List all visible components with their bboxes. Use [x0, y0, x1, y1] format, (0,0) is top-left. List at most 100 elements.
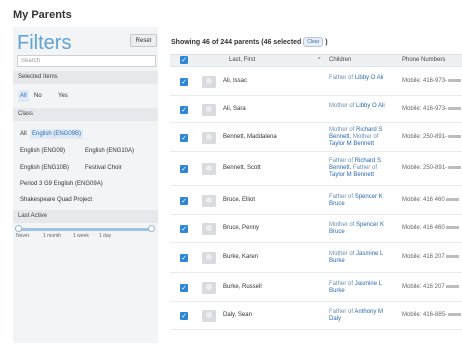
redacted-phone: [448, 165, 462, 169]
child-link[interactable]: Libby O Ali: [355, 75, 384, 81]
parent-name[interactable]: Bruce, Elliot: [223, 197, 255, 203]
children-cell: Father of Libby O Ali: [329, 75, 391, 82]
redacted-phone: [448, 134, 462, 138]
selected-items-all[interactable]: All: [18, 90, 29, 102]
row-checkbox[interactable]: ✓: [180, 165, 188, 173]
sort-indicator-icon: ^: [318, 57, 321, 63]
row-checkbox[interactable]: ✓: [180, 134, 188, 142]
parent-name[interactable]: Bruce, Penny: [223, 225, 259, 231]
last-active-slider[interactable]: [15, 225, 155, 232]
class-option-shakespeare[interactable]: Shakespeare Quad Project: [18, 195, 94, 205]
filters-panel: Filters Reset Selected Items All No Yes …: [13, 27, 158, 343]
redacted-phone: [445, 225, 459, 229]
child-link[interactable]: Taylor M Bennett: [329, 172, 374, 178]
row-checkbox[interactable]: ✓: [180, 225, 188, 233]
phone-cell: Mobile: 416-973-: [402, 106, 462, 112]
relation-text: Father of: [329, 158, 354, 164]
relation-text: Father of: [329, 194, 354, 200]
table-header: ✓ Last, First ^ Children Phone Numbers: [170, 54, 462, 67]
parent-name[interactable]: Bennett, Scott: [223, 165, 261, 171]
avatar: [202, 195, 216, 207]
table-row[interactable]: ✓ Burke, Russell Father of Jasmine L Burke…: [170, 273, 462, 302]
phone-text: Mobile: 416-973-: [402, 78, 448, 84]
child-link[interactable]: Libby O Ali: [356, 103, 385, 109]
relation-text: Father of: [329, 309, 354, 315]
tick-1-week: 1 week: [73, 233, 89, 239]
relation-text: , Mother of: [349, 134, 379, 140]
child-link[interactable]: Taylor M Bennett: [329, 141, 374, 147]
parent-name[interactable]: Bennett, Maddalena: [223, 134, 277, 140]
relation-text: Mother of: [329, 103, 355, 109]
column-name[interactable]: Last, First: [229, 55, 255, 66]
table-row[interactable]: ✓ Bennett, Scott Father of Richard S Benne…: [170, 152, 462, 186]
phone-cell: Mobile: 250-891-: [402, 165, 462, 171]
table-row[interactable]: ✓ Burke, Karen Mother of Jasmine L Burke Mo…: [170, 243, 462, 273]
class-option-festival-choir[interactable]: Festival Choir: [83, 163, 124, 173]
children-cell: Father of Richard S Bennett, Father of T…: [329, 158, 391, 179]
table-row[interactable]: ✓ Ali, Issac Father of Libby O Ali Mobile: …: [170, 68, 462, 96]
phone-cell: Mobile: 416-885-: [402, 312, 462, 318]
last-active-header: Last Active: [13, 210, 158, 223]
relation-text: Mother of: [329, 127, 355, 133]
avatar: [202, 132, 216, 144]
parent-name[interactable]: Burke, Russell: [223, 284, 262, 290]
parent-name[interactable]: Daly, Sean: [223, 312, 252, 318]
summary-close-paren: ): [325, 38, 328, 46]
clear-button[interactable]: Clear: [303, 37, 324, 47]
children-cell: Mother of Spencer K Bruce: [329, 222, 391, 236]
results-summary: Showing 46 of 244 parents (46 selected C…: [171, 37, 328, 47]
tick-never: Never: [16, 233, 30, 239]
redacted-phone: [448, 78, 462, 82]
children-cell: Mother of Libby O Ali: [329, 103, 391, 110]
select-all-checkbox[interactable]: ✓: [180, 56, 188, 64]
row-checkbox[interactable]: ✓: [180, 78, 188, 86]
children-cell: Father of Anthony M Daly: [329, 309, 391, 323]
redacted-phone: [445, 284, 459, 288]
table-row[interactable]: ✓ Bennett, Maddalena Mother of Richard S B…: [170, 123, 462, 152]
avatar: [202, 310, 216, 322]
class-option-eng09b[interactable]: English (ENG09B): [30, 129, 84, 139]
phone-cell: Mobile: 416-973-: [402, 78, 462, 84]
redacted-phone: [445, 254, 459, 258]
class-option-period3[interactable]: Period 3 G9 English (ENG09A): [18, 179, 105, 189]
phone-text: Mobile: 416-885-: [402, 312, 448, 318]
table-row[interactable]: ✓ Bruce, Penny Mother of Spencer K Bruce Mo…: [170, 215, 462, 243]
selected-items-yes[interactable]: Yes: [56, 90, 70, 102]
relation-text: , Father of: [349, 165, 378, 171]
selected-items-no[interactable]: No: [32, 90, 44, 102]
column-phone: Phone Numbers: [402, 57, 446, 63]
phone-cell: Mobile: 250-891-: [402, 134, 462, 140]
parent-name[interactable]: Ali, Issac: [223, 78, 247, 84]
children-cell: Mother of Jasmine L Burke: [329, 251, 391, 265]
avatar: [202, 163, 216, 175]
phone-cell: Mobile: 416 207: [402, 284, 459, 290]
avatar: [202, 76, 216, 88]
relation-text: Mother of: [329, 251, 355, 257]
avatar: [202, 104, 216, 116]
class-option-eng09[interactable]: English (ENG09): [18, 146, 67, 156]
class-option-eng10b[interactable]: English (ENG10B): [18, 163, 71, 173]
row-checkbox[interactable]: ✓: [180, 284, 188, 292]
phone-text: Mobile: 416-973-: [402, 106, 448, 112]
row-checkbox[interactable]: ✓: [180, 106, 188, 114]
phone-text: Mobile: 416 460: [402, 197, 445, 203]
summary-text: Showing 46 of 244 parents (46 selected: [171, 38, 302, 46]
phone-text: Mobile: 416 207: [402, 284, 445, 290]
slider-handle-max[interactable]: [148, 225, 155, 232]
row-checkbox[interactable]: ✓: [180, 197, 188, 205]
class-option-eng10a[interactable]: English (ENG10A): [83, 146, 136, 156]
row-checkbox[interactable]: ✓: [180, 312, 188, 320]
avatar: [202, 223, 216, 235]
table-row[interactable]: ✓ Ali, Sara Mother of Libby O Ali Mobile: 4…: [170, 96, 462, 123]
class-option-all[interactable]: All: [18, 129, 29, 139]
table-row[interactable]: ✓ Bruce, Elliot Father of Spencer K Bruce M…: [170, 186, 462, 215]
relation-text: Mother of: [329, 222, 355, 228]
table-row[interactable]: ✓ Daly, Sean Father of Anthony M Daly Mobil…: [170, 302, 462, 330]
parent-name[interactable]: Ali, Sara: [223, 106, 246, 112]
row-checkbox[interactable]: ✓: [180, 254, 188, 262]
tick-1-month: 1 month: [43, 233, 62, 239]
slider-handle-min[interactable]: [15, 225, 22, 232]
search-input[interactable]: [17, 55, 156, 67]
parent-name[interactable]: Burke, Karen: [223, 254, 258, 260]
reset-button[interactable]: Reset: [130, 34, 157, 47]
